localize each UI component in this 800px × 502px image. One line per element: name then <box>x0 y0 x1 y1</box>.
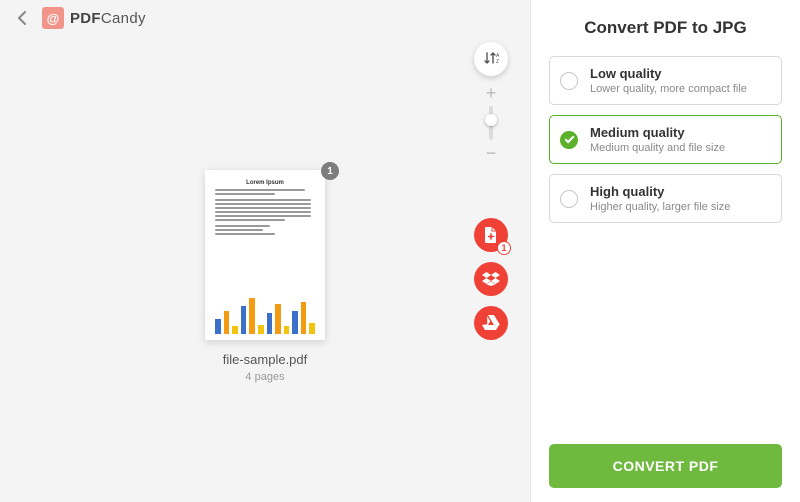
thumb-title: Lorem Ipsum <box>215 180 315 186</box>
sort-button[interactable]: AZ <box>474 42 508 76</box>
preview-pane: @ PDFCandy Lorem Ipsum <box>0 0 530 502</box>
quality-option-low[interactable]: Low quality Lower quality, more compact … <box>549 56 782 105</box>
brand-name: PDFCandy <box>70 10 146 27</box>
option-subtitle: Medium quality and file size <box>590 142 771 154</box>
zoom-control: + − <box>482 84 500 162</box>
brand-mark-icon: @ <box>42 7 64 29</box>
convert-button[interactable]: CONVERT PDF <box>549 444 782 488</box>
sort-az-icon: AZ <box>483 51 499 67</box>
file-plus-icon <box>483 226 499 244</box>
app-root: @ PDFCandy Lorem Ipsum <box>0 0 800 502</box>
quality-options: Low quality Lower quality, more compact … <box>549 56 782 223</box>
radio-icon <box>560 190 578 208</box>
google-drive-button[interactable] <box>474 306 508 340</box>
settings-panel: Convert PDF to JPG Low quality Lower qua… <box>530 0 800 502</box>
pdf-thumbnail: Lorem Ipsum <box>205 170 325 340</box>
file-count-badge: 1 <box>497 241 511 255</box>
option-title: High quality <box>590 184 771 199</box>
file-page-count: 4 pages <box>245 371 284 383</box>
thumb-chart-icon <box>215 296 315 334</box>
radio-icon <box>560 131 578 149</box>
upload-sources: 1 <box>474 218 508 340</box>
zoom-in-button[interactable]: + <box>482 84 500 102</box>
side-toolbar: AZ + − 1 <box>474 42 508 340</box>
option-subtitle: Lower quality, more compact file <box>590 83 771 95</box>
quality-option-high[interactable]: High quality Higher quality, larger file… <box>549 174 782 223</box>
file-name: file-sample.pdf <box>223 352 308 367</box>
back-button[interactable] <box>10 6 34 30</box>
dropbox-icon <box>482 272 500 286</box>
zoom-slider[interactable] <box>489 106 493 140</box>
header: @ PDFCandy <box>0 0 530 36</box>
chevron-left-icon <box>17 11 27 25</box>
radio-icon <box>560 72 578 90</box>
panel-title: Convert PDF to JPG <box>549 18 782 38</box>
svg-text:Z: Z <box>496 59 499 65</box>
brand-logo[interactable]: @ PDFCandy <box>42 7 146 29</box>
thumbnail-wrap[interactable]: Lorem Ipsum <box>205 170 325 340</box>
page-number-badge: 1 <box>321 162 339 180</box>
quality-option-medium[interactable]: Medium quality Medium quality and file s… <box>549 115 782 164</box>
option-title: Low quality <box>590 66 771 81</box>
zoom-out-button[interactable]: − <box>482 144 500 162</box>
option-title: Medium quality <box>590 125 771 140</box>
option-subtitle: Higher quality, larger file size <box>590 201 771 213</box>
dropbox-button[interactable] <box>474 262 508 296</box>
file-preview: Lorem Ipsum <box>0 170 530 383</box>
zoom-handle[interactable] <box>485 114 497 126</box>
google-drive-icon <box>482 315 500 331</box>
